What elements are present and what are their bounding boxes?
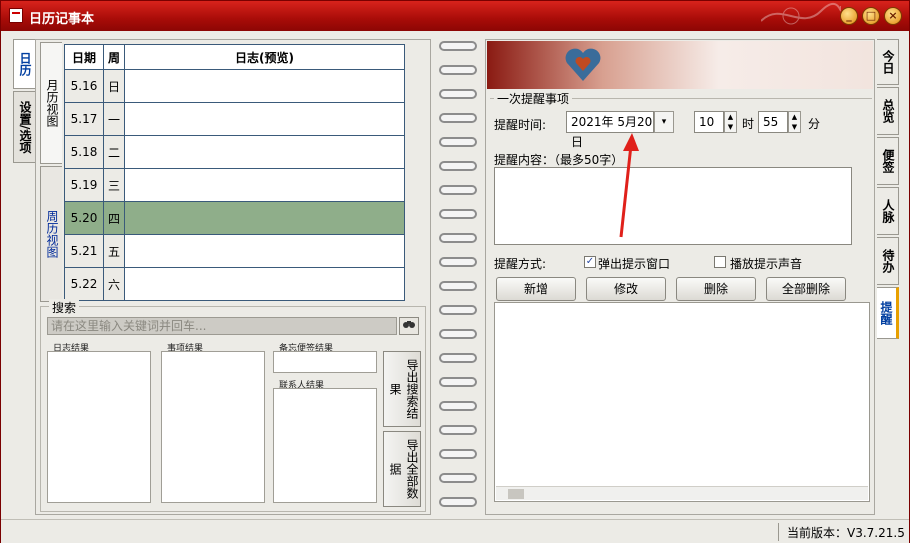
reminder-content-input[interactable] [494,167,852,245]
row-journal[interactable] [124,168,405,202]
row-date: 5.22 [64,267,104,301]
search-group: 搜索 请在这里输入关键词并回车... 日志结果 事项结果 备忘便签结果 联系人结… [40,299,426,512]
reminder-time-label: 提醒时间: [494,118,547,132]
row-date: 5.16 [64,69,104,103]
calendar-panel: 月历视图 周历视图 日期 周 日志(预览) 5.16 日 5.17 一 5.18 二 … [35,39,431,515]
status-separator [778,523,779,541]
binoculars-icon[interactable] [399,317,419,335]
row-weekday: 五 [103,234,125,268]
title-bar: 日历记事本 _ □ × [1,1,909,31]
minute-spinner[interactable]: ▲ ▼ [788,111,801,133]
reminder-panel: 一次提醒事项 提醒时间: 2021年 5月20日 ▾ 10 ▲ ▼ 时 55 ▲ ▼… [485,39,875,515]
minimize-button[interactable]: _ [840,7,858,25]
row-journal[interactable] [124,267,405,301]
journal-results-list[interactable] [47,351,151,503]
tab-calendar[interactable]: 日历 [13,39,35,89]
hour-input[interactable]: 10 [694,111,724,133]
popup-checkbox[interactable]: ✓ [584,256,596,268]
minute-input[interactable]: 55 [758,111,788,133]
app-window: 日历记事本 _ □ × 日历 设置/选项 月历视图 周历视图 日期 周 日志(预… [0,0,910,543]
reminder-group-label: 一次提醒事项 [494,90,573,107]
header-date: 日期 [64,44,104,70]
reminder-list[interactable] [494,302,870,502]
row-date: 5.17 [64,102,104,136]
export-search-results-button[interactable]: 导出搜索结果 [383,351,421,427]
tab-settings[interactable]: 设置/选项 [13,91,35,163]
contact-results-list[interactable] [273,388,377,503]
week-journal-table: 日期 周 日志(预览) 5.16 日 5.17 一 5.18 二 5.19 三 5.20… [64,44,405,301]
table-row[interactable]: 5.19 三 [64,168,405,202]
notebook-spiral [433,37,485,515]
search-input[interactable]: 请在这里输入关键词并回车... [47,317,397,335]
tab-today[interactable]: 今日 [877,39,899,85]
table-row[interactable]: 5.21 五 [64,234,405,268]
add-reminder-button[interactable]: 新增 [496,277,576,301]
table-row[interactable]: 5.22 六 [64,267,405,301]
row-weekday: 六 [103,267,125,301]
row-weekday: 一 [103,102,125,136]
minute-unit: 分 [808,117,821,131]
row-weekday: 日 [103,69,125,103]
hour-unit: 时 [742,117,755,131]
row-date: 5.19 [64,168,104,202]
table-row[interactable]: 5.17 一 [64,102,405,136]
tab-contacts[interactable]: 人脉 [877,187,899,235]
status-bar: 当前版本：V3.7.21.5 [1,519,909,543]
heart-clock-icon [565,48,601,81]
search-label: 搜索 [49,299,80,316]
edit-reminder-button[interactable]: 修改 [586,277,666,301]
row-journal[interactable] [124,201,405,235]
sound-checkbox[interactable] [714,256,726,268]
header-weekday: 周 [103,44,125,70]
reminder-method-label: 提醒方式: [494,257,547,271]
row-journal[interactable] [124,69,405,103]
row-date: 5.21 [64,234,104,268]
table-header: 日期 周 日志(预览) [64,44,405,70]
export-all-data-button[interactable]: 导出全部数据 [383,431,421,507]
annotation-arrow-icon [619,133,639,238]
tab-overview[interactable]: 总览 [877,87,899,135]
row-weekday: 二 [103,135,125,169]
table-row[interactable]: 5.18 二 [64,135,405,169]
row-journal[interactable] [124,234,405,268]
tab-month-view[interactable]: 月历视图 [40,42,62,164]
row-date: 5.18 [64,135,104,169]
reminder-date-field[interactable]: 2021年 5月20日 [566,111,654,149]
version-label: 当前版本：V3.7.21.5 [787,526,905,540]
tab-memo[interactable]: 便签 [877,137,899,185]
row-date: 5.20 [64,201,104,235]
reminder-banner [487,41,873,89]
maximize-button[interactable]: □ [862,7,880,25]
row-weekday: 四 [103,201,125,235]
memo-results-list[interactable] [273,351,377,373]
tab-reminder[interactable]: 提醒 [877,287,899,339]
row-journal[interactable] [124,102,405,136]
hour-spinner[interactable]: ▲ ▼ [724,111,737,133]
horizontal-scrollbar[interactable] [496,486,868,500]
window-title: 日历记事本 [29,12,95,27]
sound-label: 播放提示声音 [730,257,803,271]
row-journal[interactable] [124,135,405,169]
delete-reminder-button[interactable]: 删除 [676,277,756,301]
tab-week-view[interactable]: 周历视图 [40,166,62,302]
scrollbar-thumb[interactable] [508,489,524,499]
delete-all-reminders-button[interactable]: 全部删除 [766,277,846,301]
close-button[interactable]: × [884,7,902,25]
calendar-app-icon [9,8,23,23]
table-row[interactable]: 5.16 日 [64,69,405,103]
tab-todo[interactable]: 待办 [877,237,899,285]
header-journal: 日志(预览) [124,44,405,70]
date-dropdown-icon[interactable]: ▾ [654,111,674,133]
table-row-selected[interactable]: 5.20 四 [64,201,405,235]
item-results-list[interactable] [161,351,265,503]
row-weekday: 三 [103,168,125,202]
title-ornament-icon [761,3,841,25]
reminder-group: 一次提醒事项 提醒时间: 2021年 5月20日 ▾ 10 ▲ ▼ 时 55 ▲ ▼… [490,90,872,301]
popup-label: 弹出提示窗口 [598,257,671,271]
